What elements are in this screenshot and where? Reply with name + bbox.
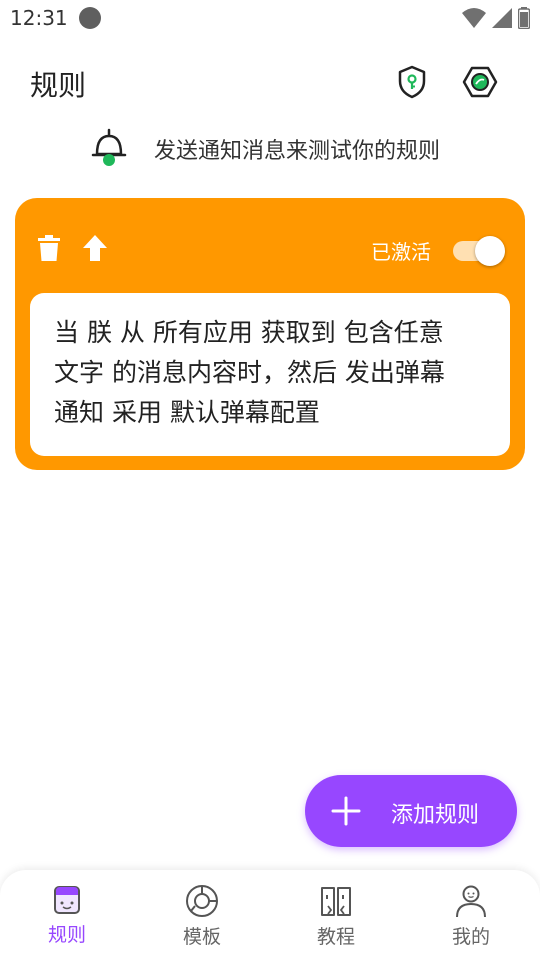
bottom-navigation: 规则 模板 教程 我的 — [0, 870, 540, 960]
notification-dot-icon — [79, 7, 101, 29]
wifi-icon — [462, 8, 486, 28]
nav-item-templates[interactable]: 模板 — [152, 884, 252, 954]
nav-label-rules: 规则 — [47, 924, 86, 946]
status-time: 12:31 — [10, 6, 68, 30]
toggle-knob — [475, 236, 505, 266]
move-up-button[interactable] — [79, 232, 111, 264]
page-title: 规则 — [30, 69, 87, 102]
nav-item-tutorial[interactable]: 教程 — [286, 884, 386, 954]
rule-card: 已激活 当 朕 从 所有应用 获取到 包含任意 文字 的消息内容时，然后 发出弹… — [15, 198, 525, 470]
battery-icon — [518, 7, 530, 29]
hexagon-theme-icon — [462, 66, 498, 98]
add-rule-button[interactable]: 添加规则 — [305, 775, 517, 847]
nav-item-rules[interactable]: 规则 — [17, 884, 117, 954]
rule-description-line-1: 当 朕 从 所有应用 获取到 包含任意 — [54, 318, 444, 347]
add-rule-label: 添加规则 — [391, 803, 480, 828]
plus-icon — [331, 796, 361, 826]
rule-description[interactable]: 当 朕 从 所有应用 获取到 包含任意 文字 的消息内容时，然后 发出弹幕 通知… — [30, 293, 510, 456]
delete-rule-button[interactable] — [33, 232, 65, 264]
app-bar: 规则 — [0, 46, 540, 118]
shield-key-icon — [398, 65, 426, 99]
rule-description-line-3: 通知 采用 默认弹幕配置 — [54, 398, 320, 427]
shield-key-button[interactable] — [392, 62, 432, 102]
nav-label-tutorial: 教程 — [316, 926, 355, 948]
bell-icon — [91, 128, 127, 166]
status-bar: 12:31 — [0, 0, 540, 36]
rule-active-toggle[interactable] — [453, 236, 505, 266]
screen: 12:31 规则 发送通知消息来测试你的规则 已激活 当 朕 从 所有应用 获取… — [0, 0, 540, 960]
active-label: 已激活 — [371, 240, 431, 264]
test-notification-row[interactable]: 发送通知消息来测试你的规则 — [0, 124, 540, 172]
template-icon — [186, 885, 218, 917]
arrow-up-icon — [83, 235, 107, 261]
profile-icon — [456, 885, 486, 918]
status-icons — [462, 7, 530, 29]
trash-icon — [38, 235, 60, 261]
rule-description-line-2: 文字 的消息内容时，然后 发出弹幕 — [54, 358, 445, 387]
nav-label-templates: 模板 — [182, 926, 221, 948]
tutorial-icon — [321, 887, 351, 916]
theme-button[interactable] — [460, 62, 500, 102]
rules-icon — [54, 886, 80, 914]
signal-icon — [492, 8, 512, 28]
test-notification-text: 发送通知消息来测试你的规则 — [154, 139, 441, 164]
nav-label-profile: 我的 — [451, 926, 490, 948]
nav-item-profile[interactable]: 我的 — [421, 884, 521, 954]
